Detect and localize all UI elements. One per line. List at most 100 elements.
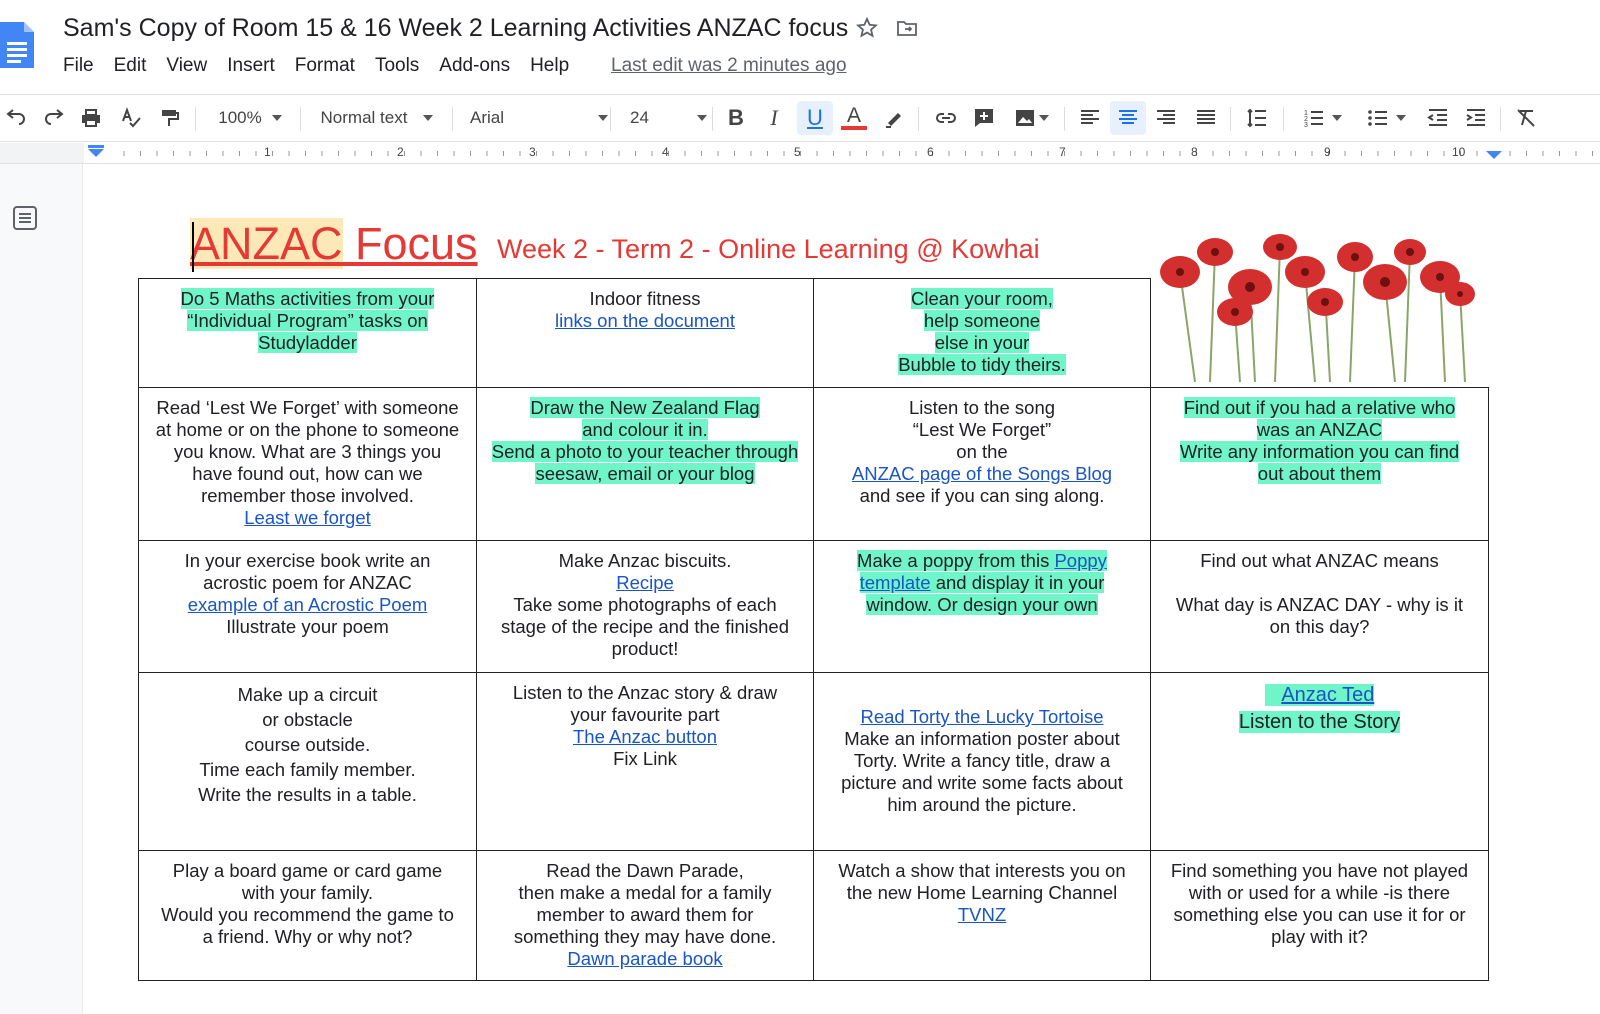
zoom-select[interactable]: 100% bbox=[210, 101, 290, 135]
font-select[interactable]: Arial bbox=[470, 101, 609, 135]
line-spacing-button[interactable] bbox=[1243, 101, 1271, 135]
move-folder-icon[interactable] bbox=[895, 16, 919, 40]
menu-tools[interactable]: Tools bbox=[375, 55, 419, 77]
italic-button[interactable]: I bbox=[760, 101, 788, 135]
torty-link[interactable]: Read Torty the Lucky Tortoise bbox=[860, 706, 1103, 727]
table-cell[interactable]: Anzac Ted Listen to the Story bbox=[1150, 672, 1489, 851]
document-link[interactable]: links on the document bbox=[555, 310, 735, 331]
increase-indent-button[interactable] bbox=[1462, 101, 1490, 135]
cell-line: Do 5 Maths activities from your bbox=[180, 288, 435, 309]
cell-line: on this day? bbox=[1269, 616, 1370, 637]
insert-link-button[interactable] bbox=[932, 101, 960, 135]
bulleted-list-button[interactable] bbox=[1360, 101, 1412, 135]
menu-addons[interactable]: Add-ons bbox=[439, 55, 510, 77]
paint-format-button[interactable] bbox=[155, 101, 183, 135]
menu-view[interactable]: View bbox=[166, 55, 207, 77]
table-cell[interactable]: Find out if you had a relative who was a… bbox=[1150, 387, 1489, 541]
ruler[interactable]: 1 2 3 4 5 6 7 8 9 10 bbox=[84, 143, 1600, 164]
document-subheading[interactable]: Week 2 - Term 2 - Online Learning @ Kowh… bbox=[497, 234, 1040, 265]
last-edit-link[interactable]: Last edit was 2 minutes ago bbox=[611, 55, 847, 77]
zoom-value: 100% bbox=[218, 108, 262, 127]
clear-formatting-button[interactable] bbox=[1512, 101, 1540, 135]
menu-format[interactable]: Format bbox=[295, 55, 355, 77]
songs-blog-link[interactable]: ANZAC page of the Songs Blog bbox=[852, 463, 1112, 484]
spellcheck-button[interactable] bbox=[117, 101, 145, 135]
bold-button[interactable]: B bbox=[722, 101, 750, 135]
table-cell[interactable]: Find something you have not played with … bbox=[1150, 850, 1489, 981]
table-cell[interactable]: Clean your room, help someone else in yo… bbox=[813, 278, 1151, 388]
poppy-template-link[interactable]: Poppy bbox=[1054, 550, 1106, 571]
decrease-indent-button[interactable] bbox=[1424, 101, 1452, 135]
cell-line: Time each family member. bbox=[199, 759, 416, 780]
cell-line: “Lest We Forget” bbox=[912, 419, 1052, 440]
table-cell[interactable]: In your exercise book write an acrostic … bbox=[138, 540, 477, 673]
link-icon bbox=[936, 113, 956, 123]
ruler-number: 7 bbox=[1059, 145, 1066, 159]
paint-format-icon bbox=[162, 110, 179, 126]
cell-line: the new Home Learning Channel bbox=[846, 882, 1118, 903]
tvnz-link[interactable]: TVNZ bbox=[958, 904, 1006, 925]
recipe-link[interactable]: Recipe bbox=[616, 572, 674, 593]
justify-button[interactable] bbox=[1192, 101, 1220, 135]
menu-help[interactable]: Help bbox=[530, 55, 569, 77]
cell-line: Listen to the Anzac story & draw bbox=[512, 682, 778, 703]
underline-button[interactable]: U bbox=[797, 101, 833, 135]
star-icon[interactable] bbox=[855, 16, 879, 40]
table-cell[interactable]: Indoor fitness links on the document bbox=[476, 278, 814, 388]
acrostic-poem-link[interactable]: example of an Acrostic Poem bbox=[188, 594, 428, 615]
cell-line: Make an information poster about bbox=[844, 728, 1120, 749]
table-cell[interactable]: Listen to the song “Lest We Forget” on t… bbox=[813, 387, 1151, 541]
menu-edit[interactable]: Edit bbox=[114, 55, 147, 77]
heading-word-highlighted: ANZAC bbox=[190, 218, 343, 269]
table-cell[interactable]: Find out what ANZAC means What day is AN… bbox=[1150, 540, 1489, 673]
align-right-button[interactable] bbox=[1152, 101, 1180, 135]
chevron-down-icon bbox=[696, 115, 707, 121]
table-cell[interactable]: Read ‘Lest We Forget’ with someone at ho… bbox=[138, 387, 477, 541]
table-cell[interactable]: Read the Dawn Parade, then make a medal … bbox=[476, 850, 814, 981]
menu-insert[interactable]: Insert bbox=[227, 55, 275, 77]
table-cell-image[interactable] bbox=[1150, 278, 1489, 388]
table-cell[interactable]: Make up a circuit or obstacle course out… bbox=[138, 672, 477, 851]
table-cell[interactable]: Draw the New Zealand Flag and colour it … bbox=[476, 387, 814, 541]
dawn-parade-link[interactable]: Dawn parade book bbox=[567, 948, 722, 969]
text-cursor bbox=[192, 222, 194, 272]
style-select[interactable]: Normal text bbox=[312, 101, 442, 135]
table-cell[interactable]: Play a board game or card game with your… bbox=[138, 850, 477, 981]
document-outline-icon[interactable] bbox=[12, 205, 38, 231]
table-cell[interactable]: Listen to the Anzac story & draw your fa… bbox=[476, 672, 814, 851]
anzac-ted-link[interactable]: Anzac Ted bbox=[1281, 684, 1374, 706]
title-bar: Sam's Copy of Room 15 & 16 Week 2 Learni… bbox=[0, 0, 1600, 90]
bulleted-list-icon bbox=[1368, 110, 1387, 126]
table-cell[interactable]: Make Anzac biscuits. Recipe Take some ph… bbox=[476, 540, 814, 673]
cell-line: Send a photo to your teacher through bbox=[491, 441, 799, 462]
document-title[interactable]: Sam's Copy of Room 15 & 16 Week 2 Learni… bbox=[63, 14, 848, 43]
comment-button[interactable] bbox=[970, 101, 998, 135]
chevron-down-icon bbox=[423, 115, 434, 121]
document-heading[interactable]: ANZAC Focus bbox=[190, 218, 478, 270]
align-center-button[interactable] bbox=[1110, 101, 1146, 135]
least-we-forget-link[interactable]: Least we forget bbox=[244, 507, 371, 528]
menu-file[interactable]: File bbox=[63, 55, 94, 77]
table-cell[interactable]: Make a poppy from this Poppy template an… bbox=[813, 540, 1151, 673]
docs-logo-icon[interactable] bbox=[0, 22, 34, 68]
cell-line: something else you can use it for or bbox=[1173, 904, 1466, 925]
insert-image-button[interactable] bbox=[1008, 101, 1054, 135]
highlight-button[interactable] bbox=[880, 101, 908, 135]
anzac-button-link[interactable]: The Anzac button bbox=[573, 726, 717, 747]
left-gutter bbox=[0, 164, 83, 1014]
redo-button[interactable] bbox=[40, 101, 68, 135]
ruler-margin bbox=[0, 143, 84, 164]
print-button[interactable] bbox=[77, 101, 105, 135]
table-cell[interactable]: Watch a show that interests you on the n… bbox=[813, 850, 1151, 981]
numbered-list-button[interactable]: 123 bbox=[1296, 101, 1348, 135]
text-color-icon: A bbox=[846, 104, 861, 127]
align-left-button[interactable] bbox=[1076, 101, 1104, 135]
text-color-button[interactable]: A bbox=[838, 101, 870, 135]
table-cell[interactable]: Read Torty the Lucky Tortoise Make an in… bbox=[813, 672, 1151, 851]
undo-button[interactable] bbox=[2, 101, 30, 135]
font-size-select[interactable]: 24 bbox=[624, 101, 707, 135]
cell-line: Anzac Ted bbox=[1264, 684, 1375, 706]
table-cell[interactable]: Do 5 Maths activities from your “Individ… bbox=[138, 278, 477, 388]
poppy-template-link[interactable]: template bbox=[860, 572, 931, 593]
align-center-icon bbox=[1119, 110, 1137, 124]
